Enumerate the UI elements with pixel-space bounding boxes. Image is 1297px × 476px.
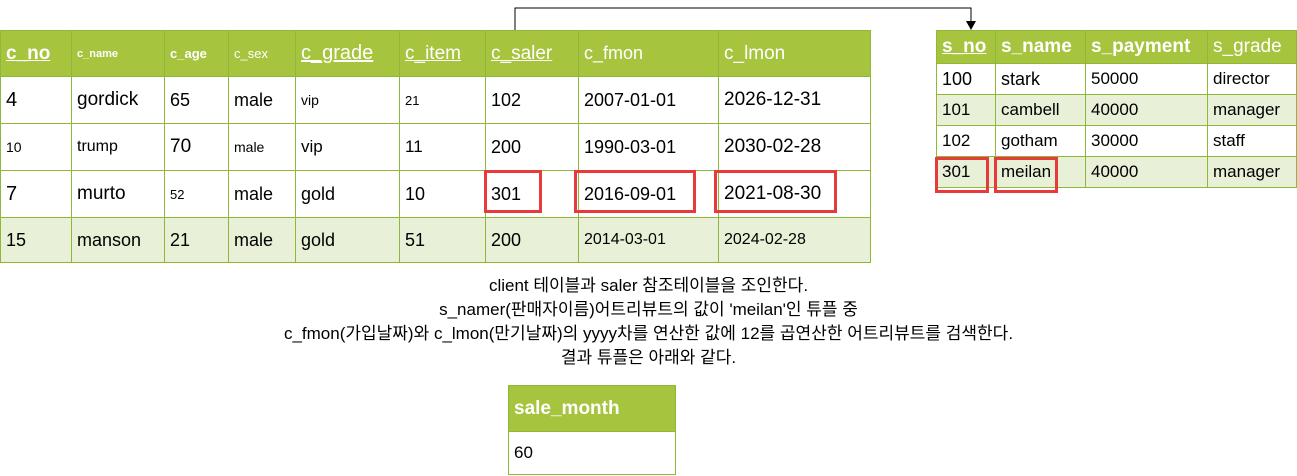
- table-row: 301 meilan 40000 manager: [936, 156, 1297, 188]
- result-table: sale_month 60: [508, 385, 676, 475]
- column-header-c-lmon: c_lmon: [718, 30, 871, 77]
- table-cell: 10: [399, 170, 486, 218]
- table-cell: 2030-02-28: [718, 123, 871, 171]
- table-cell: 60: [508, 431, 676, 475]
- table-cell: male: [228, 76, 296, 124]
- table-cell: 70: [164, 123, 229, 171]
- table-cell: manager: [1207, 156, 1297, 188]
- highlight-box-c-fmon: [574, 170, 696, 213]
- table-cell: gotham: [995, 125, 1086, 157]
- column-header-c-sex: c_sex: [228, 30, 296, 77]
- highlight-box-c-lmon: [714, 170, 837, 213]
- column-header-c-fmon: c_fmon: [578, 30, 719, 77]
- highlight-box-s-no: [935, 157, 989, 193]
- client-table: c_no c_name c_age c_sex c_grade c_item c…: [0, 30, 871, 263]
- table-cell: 100: [936, 63, 996, 95]
- table-cell: 102: [485, 76, 579, 124]
- table-cell: 200: [485, 123, 579, 171]
- highlight-box-s-name: [994, 157, 1058, 193]
- table-cell: gold: [295, 170, 400, 218]
- table-cell: 15: [0, 217, 72, 263]
- column-header-c-item: c_item: [399, 30, 486, 77]
- description-line: s_namer(판매자이름)어트리뷰트의 값이 'meilan'인 튜플 중: [439, 300, 858, 319]
- table-cell: murto: [71, 170, 165, 218]
- table-cell: gordick: [71, 76, 165, 124]
- table-cell: trump: [71, 123, 165, 171]
- table-cell: 2026-12-31: [718, 76, 871, 124]
- table-cell: 30000: [1085, 125, 1208, 157]
- table-cell: vip: [295, 123, 400, 171]
- table-cell: 200: [485, 217, 579, 263]
- table-cell: gold: [295, 217, 400, 263]
- table-cell: 40000: [1085, 94, 1208, 126]
- table-cell: male: [228, 170, 296, 218]
- table-row: 4 gordick 65 male vip 21 102 2007-01-01 …: [0, 76, 871, 124]
- column-header-s-grade: s_grade: [1207, 30, 1297, 64]
- table-cell: 102: [936, 125, 996, 157]
- table-cell: stark: [995, 63, 1086, 95]
- table-cell: 2007-01-01: [578, 76, 719, 124]
- table-cell: cambell: [995, 94, 1086, 126]
- table-cell: 10: [0, 123, 72, 171]
- column-header-c-saler: c_saler: [485, 30, 579, 77]
- highlight-box-c-saler: [484, 170, 542, 213]
- table-cell: 21: [399, 76, 486, 124]
- table-cell: 40000: [1085, 156, 1208, 188]
- column-header-c-name: c_name: [71, 30, 165, 77]
- description-line: client 테이블과 saler 참조테이블을 조인한다.: [488, 276, 809, 295]
- table-row: 100 stark 50000 director: [936, 63, 1297, 95]
- table-row: 15 manson 21 male gold 51 200 2014-03-01…: [0, 217, 871, 263]
- table-row: 101 cambell 40000 manager: [936, 94, 1297, 126]
- table-row: 102 gotham 30000 staff: [936, 125, 1297, 157]
- column-header-s-payment: s_payment: [1085, 30, 1208, 64]
- table-cell: 4: [0, 76, 72, 124]
- saler-table: s_no s_name s_payment s_grade 100 stark …: [936, 30, 1297, 188]
- table-cell: 21: [164, 217, 229, 263]
- table-cell: 51: [399, 217, 486, 263]
- column-header-s-no: s_no: [936, 30, 996, 64]
- table-row: 10 trump 70 male vip 11 200 1990-03-01 2…: [0, 123, 871, 171]
- column-header-sale-month: sale_month: [508, 385, 676, 432]
- table-cell: director: [1207, 63, 1297, 95]
- table-cell: 7: [0, 170, 72, 218]
- table-cell: 65: [164, 76, 229, 124]
- table-cell: manager: [1207, 94, 1297, 126]
- column-header-c-age: c_age: [164, 30, 229, 77]
- column-header-c-no: c_no: [0, 30, 72, 77]
- table-cell: 2024-02-28: [718, 217, 871, 263]
- table-cell: male: [228, 123, 296, 171]
- table-cell: 11: [399, 123, 486, 171]
- table-cell: 101: [936, 94, 996, 126]
- table-cell: 2014-03-01: [578, 217, 719, 263]
- table-cell: 1990-03-01: [578, 123, 719, 171]
- description-line: c_fmon(가입날짜)와 c_lmon(만기날짜)의 yyyy차를 연산한 값…: [283, 324, 1014, 343]
- column-header-c-grade: c_grade: [295, 30, 400, 77]
- column-header-s-name: s_name: [995, 30, 1086, 64]
- table-cell: manson: [71, 217, 165, 263]
- table-row: 60: [508, 431, 676, 475]
- table-cell: 52: [164, 170, 229, 218]
- table-cell: 50000: [1085, 63, 1208, 95]
- table-cell: staff: [1207, 125, 1297, 157]
- description-line: 결과 튜플은 아래와 같다.: [560, 348, 737, 367]
- table-cell: vip: [295, 76, 400, 124]
- table-cell: male: [228, 217, 296, 263]
